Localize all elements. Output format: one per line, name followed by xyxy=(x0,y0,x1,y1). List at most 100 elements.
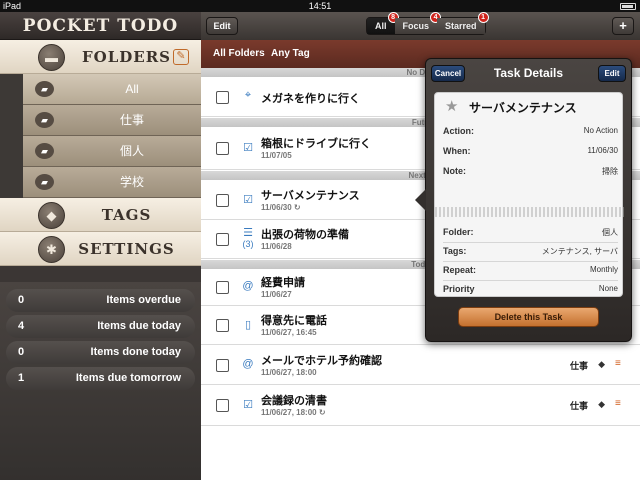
stat-due-tomorrow[interactable]: 1 Items due tomorrow xyxy=(6,367,195,390)
field-key: Tags: xyxy=(443,246,467,256)
field-value: 11/06/30 xyxy=(587,146,618,155)
view-segmented-control: All 8 Focus 4 Starred 1 xyxy=(366,12,489,35)
email-icon: @ xyxy=(242,280,254,292)
task-title: 経費申請 xyxy=(261,277,305,289)
task-checkbox[interactable] xyxy=(216,399,229,412)
folder-label: 個人 xyxy=(119,144,144,158)
folder-icon: ▰ xyxy=(35,174,54,190)
settings-section-header[interactable]: ✱ SETTINGS xyxy=(0,232,201,266)
toolbar: Edit All 8 Focus 4 Starred 1 + xyxy=(201,12,640,40)
stat-label: Items done today xyxy=(90,346,181,358)
task-date: 11/06/27 xyxy=(261,290,292,299)
edit-folders-icon[interactable]: ✎ xyxy=(173,49,189,65)
edit-task-button[interactable]: Edit xyxy=(598,65,626,82)
field-value: 掃除 xyxy=(602,167,618,176)
task-title: 箱根にドライブに行く xyxy=(261,138,371,150)
folder-list: ▰ All ▰ 仕事 ▰ 個人 ▰ 学校 xyxy=(0,74,201,198)
task-detail-title: サーバメンテナンス xyxy=(469,101,577,115)
task-date: 11/06/30 ↻ xyxy=(261,203,301,212)
folder-item-work[interactable]: ▰ 仕事 xyxy=(23,105,201,136)
tags-section-header[interactable]: ◆ TAGS xyxy=(0,198,201,232)
tags-label: TAGS xyxy=(101,206,152,224)
field-key: Repeat: xyxy=(443,265,477,275)
task-checkbox[interactable] xyxy=(216,91,229,104)
folder-label: All xyxy=(125,82,139,96)
field-repeat: Repeat: Monthly xyxy=(443,265,618,281)
task-title: 得意先に電話 xyxy=(261,315,327,327)
field-folder: Folder: 個人 xyxy=(443,227,618,243)
task-title: メガネを作りに行く xyxy=(261,93,360,105)
cancel-button[interactable]: Cancel xyxy=(431,65,465,82)
priority-icon: ≡ xyxy=(615,398,621,409)
tab-all[interactable]: All 8 xyxy=(367,12,399,34)
count-badge: 1 xyxy=(477,12,489,23)
task-details-popover: Task Details Cancel Edit ★ サーバメンテナンス Act… xyxy=(415,58,632,342)
delete-task-button[interactable]: Delete this Task xyxy=(458,307,599,327)
task-date: 11/07/05 xyxy=(261,151,292,160)
email-icon: @ xyxy=(242,358,254,370)
popover-arrow xyxy=(415,189,426,211)
stat-overdue[interactable]: 0 Items overdue xyxy=(6,289,195,312)
tab-focus[interactable]: Focus 4 xyxy=(394,12,442,34)
field-key: When: xyxy=(443,146,471,156)
folder-icon: ▬ xyxy=(38,44,65,71)
folder-item-all[interactable]: ▰ All xyxy=(23,74,201,105)
folder-icon: ▰ xyxy=(35,112,54,128)
tag-icon: ◆ xyxy=(598,399,605,409)
stat-label: Items due today xyxy=(97,320,181,332)
stats-panel: 0 Items overdue 4 Items due today 0 Item… xyxy=(0,282,201,480)
task-checkbox[interactable] xyxy=(216,281,229,294)
folders-section-header[interactable]: ▬ FOLDERS ✎ xyxy=(0,40,201,74)
tag-icon: ◆ xyxy=(598,359,605,369)
task-date: 11/06/27, 18:00 ↻ xyxy=(261,408,326,417)
task-folder-tag: 仕事 xyxy=(569,361,588,371)
add-task-button[interactable]: + xyxy=(612,17,634,35)
task-title: メールでホテル予約確認 xyxy=(261,355,382,367)
folder-icon: ▰ xyxy=(35,143,54,159)
task-title: サーバメンテナンス xyxy=(261,190,360,202)
clock: 14:51 xyxy=(308,1,332,11)
phone-icon: ▯ xyxy=(244,319,252,331)
tear-divider xyxy=(435,207,624,217)
stat-count: 0 xyxy=(18,346,25,358)
tab-label: Focus xyxy=(402,21,430,31)
stat-count: 1 xyxy=(18,372,25,384)
task-date: 11/06/28 xyxy=(261,242,292,251)
task-checkbox[interactable] xyxy=(216,142,229,155)
stat-due-today[interactable]: 4 Items due today xyxy=(6,315,195,338)
folder-item-personal[interactable]: ▰ 個人 xyxy=(23,136,201,167)
field-key: Note: xyxy=(443,166,466,176)
gear-icon: ✱ xyxy=(38,236,65,263)
task-checkbox[interactable] xyxy=(216,194,229,207)
edit-button[interactable]: Edit xyxy=(206,17,238,35)
folders-label: FOLDERS xyxy=(81,48,171,66)
folder-label: 仕事 xyxy=(119,113,144,127)
folder-item-school[interactable]: ▰ 学校 xyxy=(23,167,201,198)
tag-filter[interactable]: Any Tag xyxy=(271,40,310,68)
task-checkbox[interactable] xyxy=(216,359,229,372)
tab-label: All xyxy=(375,21,387,31)
stat-done-today[interactable]: 0 Items done today xyxy=(6,341,195,364)
field-key: Folder: xyxy=(443,227,474,237)
status-bar: iPad 14:51 xyxy=(0,0,640,12)
folder-icon: ▰ xyxy=(35,81,54,97)
task-checkbox[interactable] xyxy=(216,319,229,332)
star-icon[interactable]: ★ xyxy=(445,97,458,115)
folder-filter[interactable]: All Folders xyxy=(213,40,265,68)
subtask-count: (3) xyxy=(242,239,254,249)
task-folder-tag: 仕事 xyxy=(569,401,588,411)
task-checkbox[interactable] xyxy=(216,233,229,246)
battery-icon xyxy=(620,3,636,10)
settings-label: SETTINGS xyxy=(78,240,175,258)
check-icon: ☑ xyxy=(243,399,253,411)
field-value: 個人 xyxy=(602,228,618,237)
tab-starred[interactable]: Starred 1 xyxy=(437,12,489,34)
task-title: 会議録の清書 xyxy=(261,395,327,407)
task-row[interactable]: @ メールでホテル予約確認 11/06/27, 18:00 仕事 ◆ ≡ xyxy=(201,346,640,385)
task-row[interactable]: ☑ 会議録の清書 11/06/27, 18:00 ↻ 仕事 ◆ ≡ xyxy=(201,386,640,426)
task-date: 11/06/27, 16:45 xyxy=(261,328,317,337)
field-tags: Tags: メンテナンス, サーバ xyxy=(443,246,618,262)
folder-label: 学校 xyxy=(119,175,144,189)
stat-label: Items overdue xyxy=(106,294,181,306)
task-detail-card: ★ サーバメンテナンス Action: No Action When: 11/0… xyxy=(434,92,624,297)
